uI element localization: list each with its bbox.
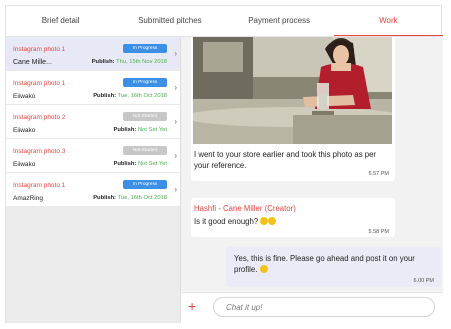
publish-date: Tue, 16th Oct 2018 — [117, 195, 167, 201]
publish-info: Publish: Not Set Yet — [113, 127, 167, 133]
work-panel: Brief detail Submitted pitches Payment p… — [5, 5, 443, 323]
message-time: 6.00 PM — [413, 278, 434, 284]
post-list-item[interactable]: Instagram photo 1 Eiiwako In Progress Pu… — [6, 71, 180, 105]
tab-brief-detail[interactable]: Brief detail — [6, 6, 115, 36]
post-title: Instagram photo 2 — [13, 114, 66, 121]
publish-label: Publish: — [93, 93, 117, 99]
tab-submitted-pitches[interactable]: Submitted pitches — [115, 6, 224, 36]
publish-info: Publish: Tue, 16th Oct 2018 — [93, 93, 167, 99]
status-badge: In Progress — [123, 44, 167, 53]
publish-date: Thu, 15th Nov 2018 — [116, 59, 167, 65]
message-sender: Hashfi - Cane Miller (Creator) — [194, 204, 296, 213]
chevron-right-icon: › — [174, 151, 177, 160]
chat-pane: I went to your store earlier and took th… — [181, 37, 443, 323]
post-list-item[interactable]: Instagram photo 1 Cane Mille... In Progr… — [6, 37, 180, 71]
tab-bar: Brief detail Submitted pitches Payment p… — [6, 6, 443, 37]
grin-emoji-icon — [260, 217, 269, 225]
publish-label: Publish: — [93, 195, 117, 201]
post-list-item[interactable]: Instagram photo 1 AmazRing In Progress P… — [6, 173, 180, 207]
publish-label: Publish: — [91, 59, 115, 65]
chat-message-own: Yes, this is fine. Please go ahead and p… — [226, 247, 441, 287]
post-brand: Eiiwako — [13, 161, 36, 168]
message-body: Yes, this is fine. Please go ahead and p… — [234, 253, 434, 275]
publish-info: Publish: Not Set Yet — [113, 161, 167, 167]
publish-date: Not Set Yet — [137, 127, 167, 133]
post-brand: AmazRing — [13, 195, 43, 202]
publish-date: Tue, 16th Oct 2018 — [117, 93, 167, 99]
tab-payment-process[interactable]: Payment process — [225, 6, 334, 36]
chat-message: I went to your store earlier and took th… — [191, 37, 395, 181]
publish-date: Not Set Yet — [137, 161, 167, 167]
post-title: Instagram photo 1 — [13, 80, 66, 87]
message-body: Is it good enough? — [194, 217, 277, 226]
message-time: 5.57 PM — [368, 171, 389, 177]
message-time: 5.58 PM — [368, 229, 389, 235]
submitted-photo[interactable] — [193, 37, 392, 144]
plus-icon[interactable]: + — [188, 299, 196, 313]
thumbs-up-emoji-icon — [259, 265, 268, 273]
post-brand: Cane Mille... — [13, 59, 52, 66]
publish-label: Publish: — [113, 127, 137, 133]
status-badge: In Progress — [123, 180, 167, 189]
tab-work[interactable]: Work — [333, 6, 443, 36]
grin-emoji-icon — [268, 217, 277, 225]
post-brand: Eiiwako — [13, 93, 36, 100]
post-brand: Eiiwako — [13, 127, 36, 134]
message-text: Is it good enough? — [194, 217, 259, 226]
post-title: Instagram photo 1 — [13, 46, 66, 53]
status-badge: In Progress — [123, 78, 167, 87]
chat-message: Hashfi - Cane Miller (Creator) Is it goo… — [191, 198, 395, 237]
chevron-right-icon: › — [174, 117, 177, 126]
post-list-item[interactable]: Instagram photo 2 Eiiwako Not Started Pu… — [6, 105, 180, 139]
post-list-item[interactable]: Instagram photo 3 Eiiwako Not Started Pu… — [6, 139, 180, 173]
chevron-right-icon: › — [174, 49, 177, 58]
publish-info: Publish: Tue, 16th Oct 2018 — [93, 195, 167, 201]
post-title: Instagram photo 3 — [13, 148, 66, 155]
chevron-right-icon: › — [174, 185, 177, 194]
post-title: Instagram photo 1 — [13, 182, 66, 189]
chat-input[interactable] — [213, 297, 435, 317]
status-badge: Not Started — [123, 112, 167, 121]
publish-label: Publish: — [113, 161, 137, 167]
status-badge: Not Started — [123, 146, 167, 155]
publish-info: Publish: Thu, 15th Nov 2018 — [92, 59, 167, 65]
post-list: Instagram photo 1 Cane Mille... In Progr… — [6, 37, 181, 323]
message-text: I went to your store earlier and took th… — [194, 150, 377, 170]
chat-composer: + — [181, 292, 443, 323]
chevron-right-icon: › — [174, 83, 177, 92]
